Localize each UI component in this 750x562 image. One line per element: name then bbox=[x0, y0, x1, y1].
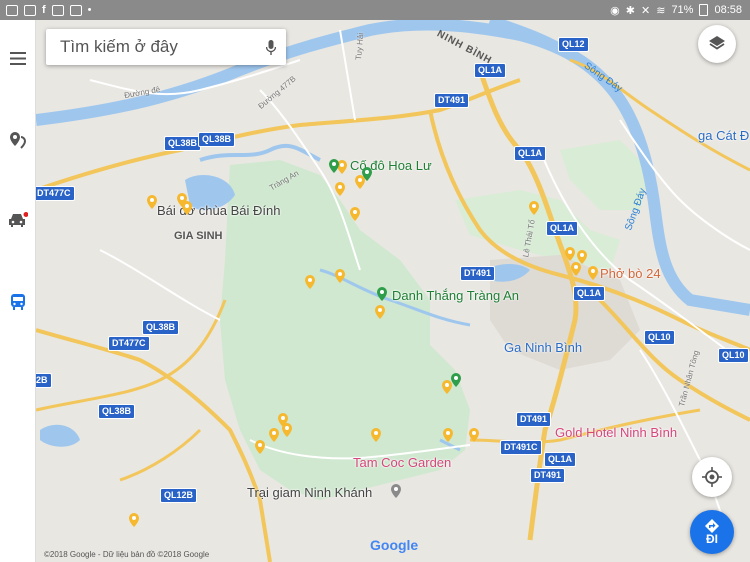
poi-pin-icon[interactable] bbox=[442, 428, 454, 442]
shield-ql1a: QL1A bbox=[544, 452, 577, 467]
poi-pin-icon[interactable] bbox=[304, 275, 316, 289]
directions-label: ĐI bbox=[706, 532, 718, 546]
shield-ql10: QL10 bbox=[718, 348, 749, 363]
my-location-icon bbox=[702, 467, 722, 487]
directions-button[interactable]: ĐI bbox=[690, 510, 734, 554]
app-icon-2 bbox=[69, 4, 82, 16]
transit-button[interactable] bbox=[0, 284, 35, 320]
app-icon bbox=[51, 4, 64, 16]
poi-pin-icon[interactable] bbox=[587, 266, 599, 280]
shield-dt491: DT491 bbox=[530, 468, 566, 483]
poi-pin-icon[interactable] bbox=[334, 182, 346, 196]
battery-level: 71% bbox=[671, 4, 694, 16]
attraction-pin-icon[interactable] bbox=[450, 373, 462, 387]
shield-dt491: DT491 bbox=[434, 93, 470, 108]
more-icon: • bbox=[87, 4, 92, 16]
shield-ql12: QL12 bbox=[558, 37, 589, 52]
shield-ql1a: QL1A bbox=[573, 286, 606, 301]
location-status-icon: ◉ bbox=[610, 4, 620, 17]
poi-pin-icon[interactable] bbox=[128, 513, 140, 527]
poi-pin-icon[interactable] bbox=[570, 262, 582, 276]
menu-button[interactable] bbox=[0, 40, 35, 76]
poi-pin-icon[interactable] bbox=[374, 305, 386, 319]
mic-icon bbox=[266, 39, 276, 55]
shield-dt477c: DT477C bbox=[108, 336, 150, 351]
place-trai-giam[interactable]: Trại giam Ninh Khánh bbox=[247, 485, 372, 500]
shield-dt491: DT491 bbox=[460, 266, 496, 281]
explore-button[interactable] bbox=[0, 122, 35, 158]
shield-dt491: DT491 bbox=[516, 412, 552, 427]
attraction-pin-icon[interactable] bbox=[328, 159, 340, 173]
clock: 08:58 bbox=[714, 4, 742, 16]
map-copyright: ©2018 Google - Dữ liệu bản đồ ©2018 Goog… bbox=[44, 550, 210, 559]
poi-gray-pin-icon[interactable] bbox=[390, 484, 402, 498]
poi-pin-icon[interactable] bbox=[349, 207, 361, 221]
shield-ql1a: QL1A bbox=[474, 63, 507, 78]
attraction-pin-icon[interactable] bbox=[376, 287, 388, 301]
minor-road-2 bbox=[339, 29, 356, 121]
poi-pin-icon[interactable] bbox=[281, 423, 293, 437]
poi-pin-icon[interactable] bbox=[254, 440, 266, 454]
shield-ql38b: QL38B bbox=[142, 320, 180, 335]
search-input[interactable]: Tìm kiếm ở đây bbox=[46, 37, 256, 57]
shield-ql38b: QL38B bbox=[98, 404, 136, 419]
highway-ql12b bbox=[119, 428, 202, 482]
shield-dt477c: DT477C bbox=[36, 186, 75, 201]
facebook-icon: f bbox=[42, 4, 46, 16]
mute-icon: ✕ bbox=[641, 4, 651, 17]
poi-pin-icon[interactable] bbox=[370, 428, 382, 442]
shield-ql1a: QL1A bbox=[546, 221, 579, 236]
car-icon bbox=[8, 212, 28, 227]
place-ga-cat-dang[interactable]: ga Cát Đ bbox=[698, 128, 749, 143]
explore-pin-icon bbox=[9, 132, 26, 149]
wifi-icon: ≋ bbox=[656, 4, 666, 17]
status-bar: f • ◉ ✱ ✕ ≋ 71% 08:58 bbox=[0, 0, 750, 20]
battery-icon bbox=[699, 4, 709, 16]
my-location-button[interactable] bbox=[692, 457, 732, 497]
canal-1 bbox=[199, 143, 321, 162]
bus-icon bbox=[10, 294, 25, 310]
poi-pin-icon[interactable] bbox=[146, 195, 158, 209]
menu-icon bbox=[9, 51, 26, 65]
place-trang-an[interactable]: Danh Thắng Tràng An bbox=[392, 288, 519, 303]
search-box[interactable]: Tìm kiếm ở đây bbox=[46, 29, 286, 65]
shield-edge: 2B bbox=[36, 373, 52, 388]
place-pho-bo-24[interactable]: Phở bò 24 bbox=[600, 266, 661, 281]
map-canvas[interactable]: QL12 QL1A DT491 QL1A QL38B QL38B DT477C … bbox=[36, 20, 750, 562]
gallery-icon bbox=[6, 4, 18, 16]
shield-dt491c: DT491C bbox=[500, 440, 542, 455]
poi-pin-icon[interactable] bbox=[564, 247, 576, 261]
bluetooth-icon: ✱ bbox=[625, 4, 635, 17]
shield-ql38b: QL38B bbox=[164, 136, 202, 151]
poi-pin-icon[interactable] bbox=[468, 428, 480, 442]
google-logo: Google bbox=[370, 537, 419, 553]
driving-button[interactable] bbox=[0, 202, 35, 238]
shield-ql38b: QL38B bbox=[198, 132, 236, 147]
notification-icon bbox=[24, 4, 36, 16]
shield-ql12b: QL12B bbox=[160, 488, 198, 503]
area-gia-sinh: GIA SINH bbox=[174, 230, 223, 242]
place-tam-coc-garden[interactable]: Tam Coc Garden bbox=[353, 455, 451, 470]
layers-icon bbox=[709, 36, 725, 50]
minor-road-7 bbox=[99, 249, 221, 321]
place-gold-hotel[interactable]: Gold Hotel Ninh Bình bbox=[555, 425, 677, 440]
place-ga-ninh-binh[interactable]: Ga Ninh Bình bbox=[504, 340, 582, 355]
shield-ql10: QL10 bbox=[644, 330, 675, 345]
poi-pin-icon[interactable] bbox=[334, 269, 346, 283]
poi-pin-icon[interactable] bbox=[268, 428, 280, 442]
layers-button[interactable] bbox=[698, 25, 736, 63]
voice-search-button[interactable] bbox=[256, 39, 286, 55]
side-panel bbox=[0, 20, 36, 562]
shield-ql1a: QL1A bbox=[514, 146, 547, 161]
poi-pin-icon[interactable] bbox=[181, 201, 193, 215]
poi-pin-icon[interactable] bbox=[528, 201, 540, 215]
lake-3 bbox=[40, 424, 80, 447]
attraction-pin-icon[interactable] bbox=[361, 167, 373, 181]
